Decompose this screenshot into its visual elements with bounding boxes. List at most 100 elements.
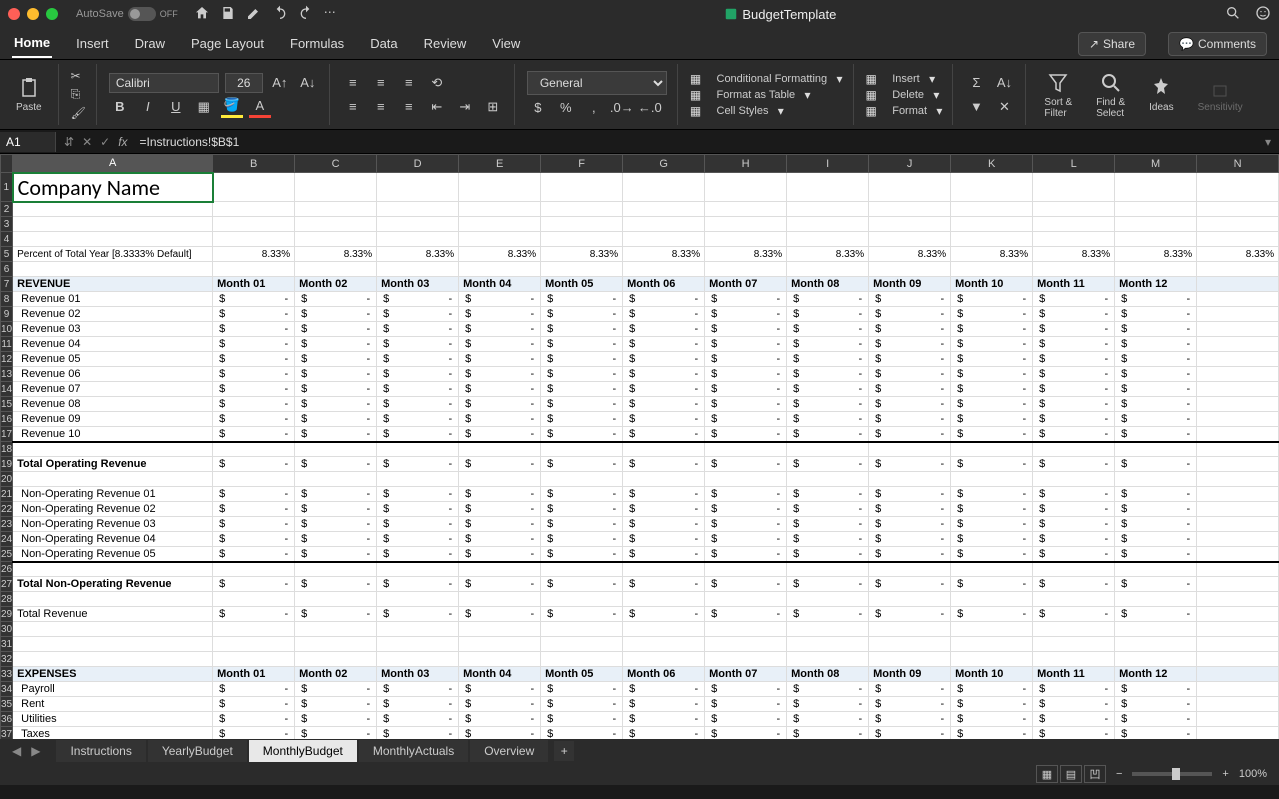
cell[interactable]: $- (295, 697, 377, 712)
cell[interactable] (295, 232, 377, 247)
cell[interactable]: $- (213, 397, 295, 412)
cell[interactable] (623, 562, 705, 577)
cell[interactable] (459, 217, 541, 232)
cell[interactable]: $- (787, 292, 869, 307)
cell[interactable]: $- (623, 532, 705, 547)
cell[interactable]: $- (705, 532, 787, 547)
col-header[interactable]: M (1115, 155, 1197, 173)
cell[interactable] (705, 472, 787, 487)
cell[interactable]: $- (541, 292, 623, 307)
cell[interactable]: $- (377, 292, 459, 307)
cell[interactable] (541, 173, 623, 202)
cell[interactable]: $- (213, 412, 295, 427)
cell[interactable] (377, 217, 459, 232)
currency-icon[interactable]: $ (527, 97, 549, 119)
cell[interactable]: $- (951, 577, 1033, 592)
cell[interactable] (295, 202, 377, 217)
undo-icon[interactable] (272, 5, 288, 24)
cell[interactable] (377, 652, 459, 667)
account-icon[interactable] (1255, 5, 1271, 24)
cell[interactable]: $- (295, 397, 377, 412)
cell[interactable] (295, 442, 377, 457)
cell[interactable]: $- (869, 487, 951, 502)
cell[interactable]: $- (623, 427, 705, 442)
cell[interactable] (1033, 622, 1115, 637)
cell[interactable]: $- (869, 292, 951, 307)
cell[interactable]: $- (787, 322, 869, 337)
cell[interactable]: $- (459, 682, 541, 697)
cell[interactable] (295, 217, 377, 232)
cell[interactable]: $- (295, 367, 377, 382)
cell[interactable]: $- (623, 292, 705, 307)
cell[interactable] (459, 562, 541, 577)
cell[interactable] (1033, 637, 1115, 652)
cell[interactable]: $- (295, 547, 377, 562)
cell[interactable] (377, 472, 459, 487)
cell[interactable]: $- (541, 502, 623, 517)
tab-nav-left[interactable]: ◀ (8, 744, 25, 758)
cell[interactable] (377, 592, 459, 607)
align-bottom-icon[interactable]: ≡ (398, 72, 420, 94)
cell[interactable]: $- (787, 487, 869, 502)
align-middle-icon[interactable]: ≡ (370, 72, 392, 94)
expand-formula-icon[interactable]: ▾ (1257, 135, 1279, 149)
cell[interactable]: $- (705, 682, 787, 697)
copy-icon[interactable]: ⎘ (71, 87, 86, 102)
cell[interactable]: $- (377, 367, 459, 382)
cell[interactable]: $- (295, 457, 377, 472)
tab-page-layout[interactable]: Page Layout (189, 30, 266, 57)
cell[interactable] (1197, 202, 1279, 217)
cell[interactable]: $- (869, 457, 951, 472)
cell[interactable] (787, 622, 869, 637)
bold-button[interactable]: B (109, 96, 131, 118)
cell[interactable]: $- (951, 322, 1033, 337)
cell[interactable] (1115, 202, 1197, 217)
cell[interactable]: $- (623, 487, 705, 502)
cell[interactable] (1033, 173, 1115, 202)
cell[interactable] (869, 217, 951, 232)
cell[interactable]: $- (1115, 502, 1197, 517)
col-header[interactable]: D (377, 155, 459, 173)
col-header[interactable]: I (787, 155, 869, 173)
formula-input[interactable] (134, 132, 1257, 152)
cell[interactable] (869, 637, 951, 652)
cell[interactable]: $- (213, 697, 295, 712)
cell[interactable] (459, 173, 541, 202)
cell[interactable] (541, 232, 623, 247)
decrease-decimal-icon[interactable]: ←.0 (639, 97, 661, 119)
cell[interactable]: $- (951, 307, 1033, 322)
cell[interactable] (623, 442, 705, 457)
cell[interactable] (459, 442, 541, 457)
cell[interactable] (541, 562, 623, 577)
cell[interactable] (869, 622, 951, 637)
cell[interactable]: $- (1115, 697, 1197, 712)
sort-drop-icon[interactable]: ⇵ (64, 135, 74, 149)
share-button[interactable]: ↗ Share (1078, 32, 1146, 56)
cell[interactable]: $- (787, 727, 869, 740)
cell[interactable] (705, 442, 787, 457)
cell[interactable]: $- (213, 607, 295, 622)
cell[interactable]: $- (459, 292, 541, 307)
fill-color-button[interactable]: 🪣 (221, 96, 243, 118)
cell[interactable]: $- (705, 457, 787, 472)
cell[interactable]: $- (541, 322, 623, 337)
comma-icon[interactable]: , (583, 97, 605, 119)
cell[interactable]: $- (951, 382, 1033, 397)
cell[interactable] (295, 562, 377, 577)
cell[interactable]: $- (1033, 412, 1115, 427)
cell[interactable]: $- (295, 352, 377, 367)
cell[interactable]: $- (541, 712, 623, 727)
cell[interactable]: $- (1115, 457, 1197, 472)
sort-filter-button[interactable]: Sort & Filter (1038, 71, 1078, 119)
cell[interactable]: $- (541, 307, 623, 322)
cell[interactable]: $- (377, 322, 459, 337)
cell[interactable]: $- (377, 457, 459, 472)
cell[interactable] (1197, 592, 1279, 607)
cell[interactable] (1115, 442, 1197, 457)
cell[interactable] (705, 173, 787, 202)
cell[interactable]: $- (869, 307, 951, 322)
cell[interactable]: $- (213, 307, 295, 322)
cell[interactable]: $- (1033, 532, 1115, 547)
cell[interactable]: $- (1033, 682, 1115, 697)
col-header[interactable]: L (1033, 155, 1115, 173)
